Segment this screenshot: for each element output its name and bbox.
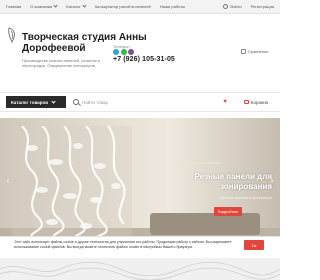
brand-description: Производство резных панелей, решеток и п… — [22, 58, 101, 68]
chevron-down-icon — [51, 98, 56, 104]
messenger-links — [113, 49, 136, 55]
hero-title: Резные панели для зонирования — [194, 172, 272, 191]
cart-label: Корзина — [250, 99, 269, 105]
nav-item-label: Наши работы — [159, 4, 185, 9]
heart-icon: ♥ — [223, 99, 227, 105]
register-label: Регистрация — [250, 4, 274, 9]
whatsapp-icon[interactable] — [120, 49, 127, 55]
cookie-accept-button[interactable]: Ок — [244, 240, 264, 250]
search-input[interactable] — [82, 97, 222, 107]
telegram-icon[interactable] — [113, 49, 119, 55]
ornament-pattern — [0, 261, 280, 280]
login-label: Войти — [230, 4, 242, 9]
carved-panel-image — [12, 126, 132, 238]
nav-item-about[interactable]: О компании — [30, 3, 58, 9]
nav-item-label: О компании — [30, 4, 53, 9]
chevron-down-icon — [53, 3, 58, 8]
compare-link[interactable]: Сравнение — [241, 49, 269, 54]
nav-item-label: Калькулятор расчёта панелей — [94, 4, 151, 9]
logo-icon[interactable] — [6, 27, 18, 43]
catalog-button-label: Каталог товаров — [11, 99, 49, 105]
favorites-button[interactable]: ♥ — [212, 96, 240, 108]
nav-item-catalog[interactable]: Каталог — [66, 3, 87, 9]
slider-prev-arrow[interactable]: ‹ — [4, 176, 12, 185]
cart-icon — [243, 100, 249, 104]
hero-more-button[interactable]: Подробнее — [214, 207, 242, 216]
viber-icon[interactable] — [128, 49, 134, 55]
cart-button[interactable]: Корзина — [242, 96, 270, 108]
phone-number[interactable]: +7 (926) 105-31-05 — [113, 56, 175, 63]
chevron-down-icon — [82, 3, 87, 8]
cookie-text: Этот сайт использует файлы cookie и друг… — [14, 240, 232, 249]
nav-item-calculator[interactable]: Калькулятор расчёта панелей — [95, 4, 151, 9]
hero-subtitle: Сделано с любовью — [182, 160, 220, 165]
search-icon[interactable] — [73, 99, 79, 105]
hero-description: Резные панели в интерьере — [220, 195, 272, 200]
hero-sofa-image — [150, 213, 260, 235]
nav-item-home[interactable]: Главная — [6, 4, 21, 9]
nav-item-label: Каталог — [66, 4, 81, 9]
catalog-button[interactable]: Каталог товаров — [6, 96, 66, 108]
login-link[interactable]: Войти — [223, 4, 242, 9]
nav-item-label: Главная — [6, 4, 22, 9]
register-link[interactable]: Регистрация — [251, 4, 274, 9]
compare-label: Сравнение — [248, 49, 269, 54]
top-navigation: Главная О компании Каталог Калькулятор р… — [0, 0, 280, 14]
nav-item-works[interactable]: Наши работы — [160, 4, 185, 9]
compare-icon — [241, 49, 246, 54]
user-icon — [223, 4, 229, 9]
